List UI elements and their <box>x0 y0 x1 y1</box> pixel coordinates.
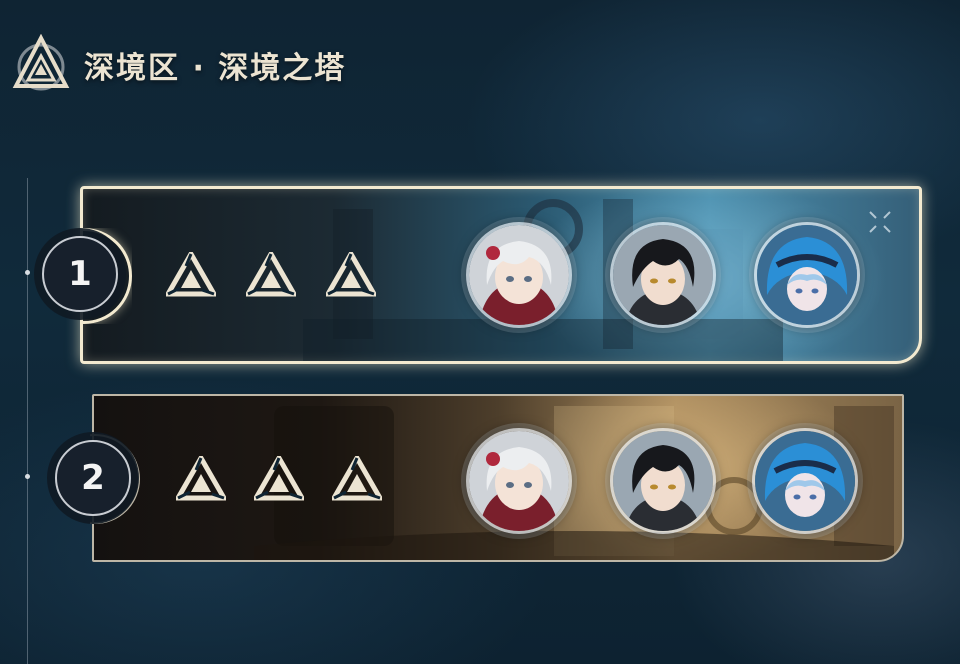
stage-number: 1 <box>68 254 92 294</box>
blue-hooded-girl-avatar[interactable] <box>752 428 858 534</box>
trinity-star-icon <box>254 456 304 502</box>
selection-corner-icon <box>869 211 891 233</box>
header: 深境区 · 深境之塔 <box>10 34 346 96</box>
black-haired-boy-avatar[interactable] <box>610 222 716 328</box>
trinity-star-icon <box>166 252 216 298</box>
stage-number: 2 <box>81 458 105 498</box>
trinity-star-icon <box>326 252 376 298</box>
trinity-star-icon <box>332 456 382 502</box>
timeline-dot <box>25 474 30 479</box>
stage-number-badge[interactable]: 1 <box>42 236 118 312</box>
trinity-star-icon <box>176 456 226 502</box>
trinity-star-icon <box>246 252 296 298</box>
page-title: 深境区 · 深境之塔 <box>84 51 347 86</box>
timeline-line <box>27 178 28 664</box>
abyss-emblem-icon <box>12 34 70 91</box>
white-haired-girl-avatar[interactable] <box>466 428 572 534</box>
black-haired-boy-avatar[interactable] <box>610 428 716 534</box>
blue-hooded-girl-avatar[interactable] <box>754 222 860 328</box>
white-haired-girl-avatar[interactable] <box>466 222 572 328</box>
timeline-dot <box>25 270 30 275</box>
stage-number-badge[interactable]: 2 <box>55 440 131 516</box>
